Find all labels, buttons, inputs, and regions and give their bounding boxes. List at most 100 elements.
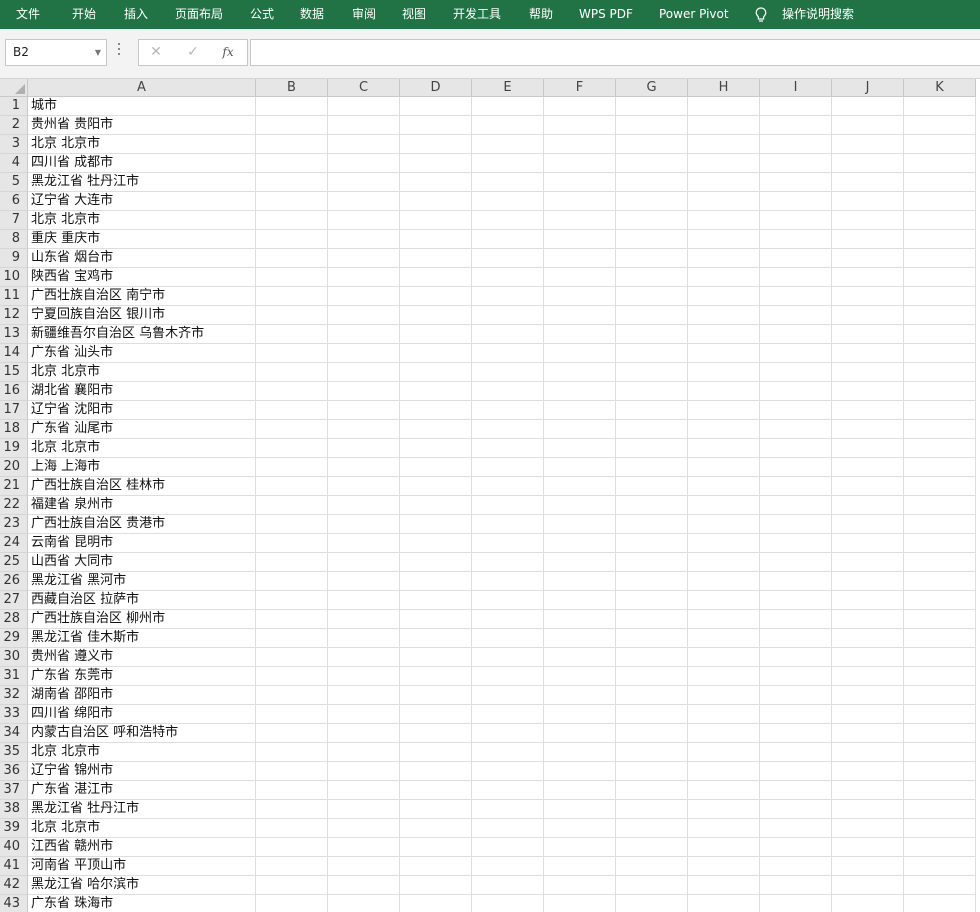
row-header[interactable]: 35 <box>0 743 28 762</box>
empty-cell[interactable] <box>472 648 544 667</box>
empty-cell[interactable] <box>688 667 760 686</box>
empty-cell[interactable] <box>904 344 976 363</box>
empty-cell[interactable] <box>400 781 472 800</box>
tab-developer[interactable]: 开发工具 <box>453 0 501 29</box>
city-cell[interactable]: 湖北省 襄阳市 <box>28 382 256 401</box>
empty-cell[interactable] <box>688 439 760 458</box>
row-header[interactable]: 24 <box>0 534 28 553</box>
empty-cell[interactable] <box>688 458 760 477</box>
empty-cell[interactable] <box>904 382 976 401</box>
tell-me-search[interactable]: 操作说明搜索 <box>782 0 854 29</box>
empty-cell[interactable] <box>616 230 688 249</box>
empty-cell[interactable] <box>256 819 328 838</box>
empty-cell[interactable] <box>616 667 688 686</box>
empty-cell[interactable] <box>544 724 616 743</box>
empty-cell[interactable] <box>832 705 904 724</box>
empty-cell[interactable] <box>328 800 400 819</box>
city-cell[interactable]: 广东省 汕头市 <box>28 344 256 363</box>
empty-cell[interactable] <box>328 686 400 705</box>
empty-cell[interactable] <box>256 325 328 344</box>
empty-cell[interactable] <box>616 420 688 439</box>
empty-cell[interactable] <box>400 553 472 572</box>
empty-cell[interactable] <box>832 838 904 857</box>
city-cell[interactable]: 城市 <box>28 97 256 116</box>
tab-wps-pdf[interactable]: WPS PDF <box>579 0 633 29</box>
empty-cell[interactable] <box>904 591 976 610</box>
empty-cell[interactable] <box>616 610 688 629</box>
empty-cell[interactable] <box>616 192 688 211</box>
empty-cell[interactable] <box>544 97 616 116</box>
empty-cell[interactable] <box>472 173 544 192</box>
row-header[interactable]: 7 <box>0 211 28 230</box>
empty-cell[interactable] <box>544 344 616 363</box>
empty-cell[interactable] <box>832 477 904 496</box>
column-header-g[interactable]: G <box>616 79 688 97</box>
empty-cell[interactable] <box>256 610 328 629</box>
city-cell[interactable]: 山西省 大同市 <box>28 553 256 572</box>
empty-cell[interactable] <box>688 705 760 724</box>
empty-cell[interactable] <box>616 629 688 648</box>
empty-cell[interactable] <box>256 363 328 382</box>
empty-cell[interactable] <box>400 477 472 496</box>
empty-cell[interactable] <box>472 401 544 420</box>
empty-cell[interactable] <box>328 876 400 895</box>
empty-cell[interactable] <box>400 667 472 686</box>
row-header[interactable]: 26 <box>0 572 28 591</box>
empty-cell[interactable] <box>544 154 616 173</box>
empty-cell[interactable] <box>760 534 832 553</box>
empty-cell[interactable] <box>472 591 544 610</box>
empty-cell[interactable] <box>400 173 472 192</box>
row-header[interactable]: 37 <box>0 781 28 800</box>
empty-cell[interactable] <box>400 382 472 401</box>
empty-cell[interactable] <box>760 439 832 458</box>
empty-cell[interactable] <box>616 401 688 420</box>
empty-cell[interactable] <box>904 876 976 895</box>
empty-cell[interactable] <box>904 173 976 192</box>
empty-cell[interactable] <box>328 629 400 648</box>
empty-cell[interactable] <box>616 458 688 477</box>
empty-cell[interactable] <box>616 572 688 591</box>
empty-cell[interactable] <box>472 819 544 838</box>
empty-cell[interactable] <box>760 876 832 895</box>
empty-cell[interactable] <box>328 420 400 439</box>
empty-cell[interactable] <box>472 439 544 458</box>
empty-cell[interactable] <box>328 667 400 686</box>
empty-cell[interactable] <box>472 268 544 287</box>
row-header[interactable]: 41 <box>0 857 28 876</box>
tab-view[interactable]: 视图 <box>402 0 426 29</box>
row-header[interactable]: 5 <box>0 173 28 192</box>
empty-cell[interactable] <box>328 135 400 154</box>
empty-cell[interactable] <box>328 477 400 496</box>
row-header[interactable]: 8 <box>0 230 28 249</box>
empty-cell[interactable] <box>544 572 616 591</box>
empty-cell[interactable] <box>544 268 616 287</box>
empty-cell[interactable] <box>832 629 904 648</box>
empty-cell[interactable] <box>328 116 400 135</box>
empty-cell[interactable] <box>400 515 472 534</box>
row-header[interactable]: 17 <box>0 401 28 420</box>
empty-cell[interactable] <box>472 724 544 743</box>
tab-insert[interactable]: 插入 <box>124 0 148 29</box>
row-header[interactable]: 27 <box>0 591 28 610</box>
empty-cell[interactable] <box>544 230 616 249</box>
enter-icon[interactable]: ✓ <box>182 40 204 65</box>
empty-cell[interactable] <box>328 268 400 287</box>
empty-cell[interactable] <box>328 648 400 667</box>
empty-cell[interactable] <box>616 895 688 912</box>
empty-cell[interactable] <box>688 515 760 534</box>
tab-review[interactable]: 审阅 <box>352 0 376 29</box>
empty-cell[interactable] <box>760 686 832 705</box>
empty-cell[interactable] <box>760 857 832 876</box>
empty-cell[interactable] <box>472 249 544 268</box>
empty-cell[interactable] <box>688 838 760 857</box>
empty-cell[interactable] <box>400 610 472 629</box>
empty-cell[interactable] <box>832 401 904 420</box>
empty-cell[interactable] <box>328 724 400 743</box>
empty-cell[interactable] <box>544 705 616 724</box>
empty-cell[interactable] <box>832 610 904 629</box>
empty-cell[interactable] <box>616 287 688 306</box>
empty-cell[interactable] <box>256 515 328 534</box>
empty-cell[interactable] <box>616 876 688 895</box>
city-cell[interactable]: 辽宁省 锦州市 <box>28 762 256 781</box>
city-cell[interactable]: 北京 北京市 <box>28 743 256 762</box>
